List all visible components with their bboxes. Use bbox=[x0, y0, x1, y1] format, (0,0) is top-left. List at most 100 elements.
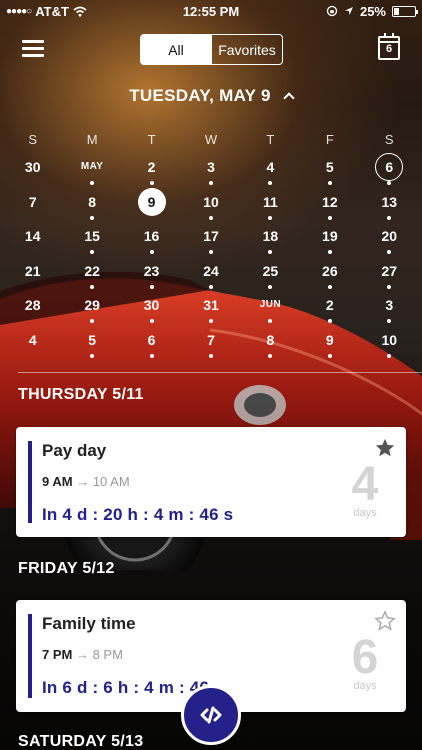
section-header-saturday: SATURDAY 5/13 bbox=[18, 733, 144, 750]
calendar-day-number: 2 bbox=[325, 297, 334, 313]
event-end-time: 8 PM bbox=[92, 647, 123, 662]
calendar-day-number: 28 bbox=[24, 297, 41, 313]
event-indicator-dot bbox=[208, 353, 213, 358]
calendar-day-number: 10 bbox=[381, 331, 398, 348]
calendar-week-row: 28 29 30 31 JUN 2 3 bbox=[3, 290, 419, 325]
calendar-day[interactable]: 11 bbox=[241, 187, 300, 222]
calendar-day-number: 23 bbox=[143, 262, 160, 279]
calendar-day[interactable]: 30 bbox=[3, 152, 62, 187]
days-remaining-number: 4 bbox=[351, 458, 379, 511]
arrow-right-icon: → bbox=[76, 474, 90, 489]
calendar-day[interactable]: 13 bbox=[360, 187, 419, 222]
calendar-day[interactable]: 10 bbox=[181, 187, 240, 222]
calendar-day[interactable]: 19 bbox=[300, 221, 359, 256]
calendar-day[interactable]: 12 bbox=[300, 187, 359, 222]
calendar-day-number: 30 bbox=[24, 159, 41, 175]
calendar-day[interactable]: 6 bbox=[122, 325, 181, 360]
share-link-button[interactable] bbox=[181, 685, 241, 745]
calendar-day[interactable]: MAY bbox=[62, 152, 121, 187]
calendar-day-number: 2 bbox=[147, 159, 156, 175]
calendar-day[interactable]: 7 bbox=[3, 187, 62, 222]
calendar-day[interactable]: 2 bbox=[122, 152, 181, 187]
calendar-week-row: 30 MAY 2 3 4 5 6 bbox=[3, 152, 419, 187]
calendar-day[interactable]: 15 bbox=[62, 221, 121, 256]
event-indicator-dot bbox=[208, 181, 213, 185]
calendar-day-number: 12 bbox=[322, 193, 338, 210]
tab-favorites[interactable]: Favorites bbox=[211, 35, 282, 64]
calendar-day[interactable]: 8 bbox=[62, 187, 121, 222]
calendar-day[interactable]: 23 bbox=[122, 256, 181, 291]
event-indicator-dot bbox=[90, 319, 95, 323]
calendar-day-number: 22 bbox=[84, 262, 100, 279]
event-indicator-dot bbox=[327, 250, 332, 254]
star-filled-icon[interactable] bbox=[374, 437, 396, 459]
calendar-day[interactable]: 5 bbox=[62, 325, 121, 360]
wifi-icon bbox=[73, 6, 87, 17]
event-indicator-dot bbox=[387, 181, 392, 185]
weekday-label: S bbox=[28, 132, 38, 147]
calendar-day-number: 19 bbox=[322, 228, 338, 244]
calendar-day[interactable]: 20 bbox=[360, 221, 419, 256]
calendar-day-number: 31 bbox=[203, 297, 219, 313]
calendar-day[interactable]: 25 bbox=[241, 256, 300, 291]
calendar-day-selected[interactable]: 6 bbox=[360, 152, 419, 187]
section-header-thursday: THURSDAY 5/11 bbox=[18, 386, 144, 403]
calendar-day[interactable]: 24 bbox=[181, 256, 240, 291]
calendar-day-number: 17 bbox=[203, 228, 219, 244]
calendar-day[interactable]: 27 bbox=[360, 256, 419, 291]
calendar-day-number: 8 bbox=[88, 193, 97, 210]
calendar-day[interactable]: 28 bbox=[3, 290, 62, 325]
calendar-day[interactable]: 3 bbox=[181, 152, 240, 187]
calendar-day-number: 7 bbox=[207, 331, 215, 348]
calendar-day-number: JUN bbox=[259, 299, 281, 310]
calendar-icon[interactable]: 6 bbox=[378, 33, 400, 60]
event-countdown: In 4 d : 20 h : 4 m : 46 s bbox=[42, 505, 234, 524]
event-title: Pay day bbox=[42, 441, 107, 460]
calendar-day[interactable]: 22 bbox=[62, 256, 121, 291]
calendar-day[interactable]: JUN bbox=[241, 290, 300, 325]
calendar-day-number: 6 bbox=[147, 331, 156, 348]
battery-icon bbox=[392, 5, 418, 17]
calendar-day[interactable]: 4 bbox=[241, 152, 300, 187]
calendar-day[interactable]: 4 bbox=[3, 325, 62, 360]
calendar-day[interactable]: 31 bbox=[181, 290, 240, 325]
calendar-day[interactable]: 21 bbox=[3, 256, 62, 291]
calendar-day-number: 4 bbox=[266, 159, 275, 175]
calendar-day[interactable]: 3 bbox=[360, 290, 419, 325]
calendar-day-number: 5 bbox=[88, 331, 97, 348]
selected-date-header[interactable]: TUESDAY, MAY 9 bbox=[0, 86, 422, 106]
calendar-day[interactable]: 5 bbox=[300, 152, 359, 187]
event-indicator-dot bbox=[387, 353, 392, 358]
calendar-day[interactable]: 30 bbox=[122, 290, 181, 325]
calendar-day[interactable]: 7 bbox=[181, 325, 240, 360]
event-indicator-dot bbox=[208, 250, 213, 254]
event-indicator-dot bbox=[208, 215, 213, 220]
arrow-right-icon: → bbox=[75, 647, 89, 662]
calendar-day[interactable]: 16 bbox=[122, 221, 181, 256]
location-arrow-icon bbox=[344, 7, 353, 15]
calendar-day[interactable]: 14 bbox=[3, 221, 62, 256]
clock: 12:55 PM bbox=[182, 3, 240, 19]
calendar-day[interactable]: 8 bbox=[241, 325, 300, 360]
weekday-label: T bbox=[266, 132, 275, 147]
calendar-day[interactable]: 29 bbox=[62, 290, 121, 325]
star-outline-icon[interactable] bbox=[374, 610, 396, 632]
calendar-day[interactable]: 9 bbox=[300, 325, 359, 360]
event-indicator-dot bbox=[208, 284, 213, 289]
calendar-day-number: 16 bbox=[143, 228, 160, 244]
tab-all[interactable]: All bbox=[141, 35, 211, 64]
calendar-day[interactable]: 2 bbox=[300, 290, 359, 325]
chevron-up-icon[interactable] bbox=[283, 92, 295, 104]
calendar-day[interactable]: 18 bbox=[241, 221, 300, 256]
event-time-range: 9 AM → 10 AM bbox=[42, 474, 130, 489]
calendar-day[interactable]: 10 bbox=[360, 325, 419, 360]
event-card-pay-day[interactable]: Pay day 9 AM → 10 AM In 4 d : 20 h : 4 m… bbox=[16, 427, 406, 537]
hamburger-menu-icon[interactable] bbox=[22, 40, 44, 58]
calendar-day[interactable]: 17 bbox=[181, 221, 240, 256]
section-header-friday: FRIDAY 5/12 bbox=[18, 560, 115, 577]
calendar-week-row: 7 8 9 10 11 12 13 bbox=[3, 187, 419, 222]
calendar-day[interactable]: 26 bbox=[300, 256, 359, 291]
calendar-day-today[interactable]: 9 bbox=[122, 187, 181, 222]
calendar-day-number: 8 bbox=[266, 331, 275, 348]
event-indicator-dot bbox=[268, 181, 273, 185]
